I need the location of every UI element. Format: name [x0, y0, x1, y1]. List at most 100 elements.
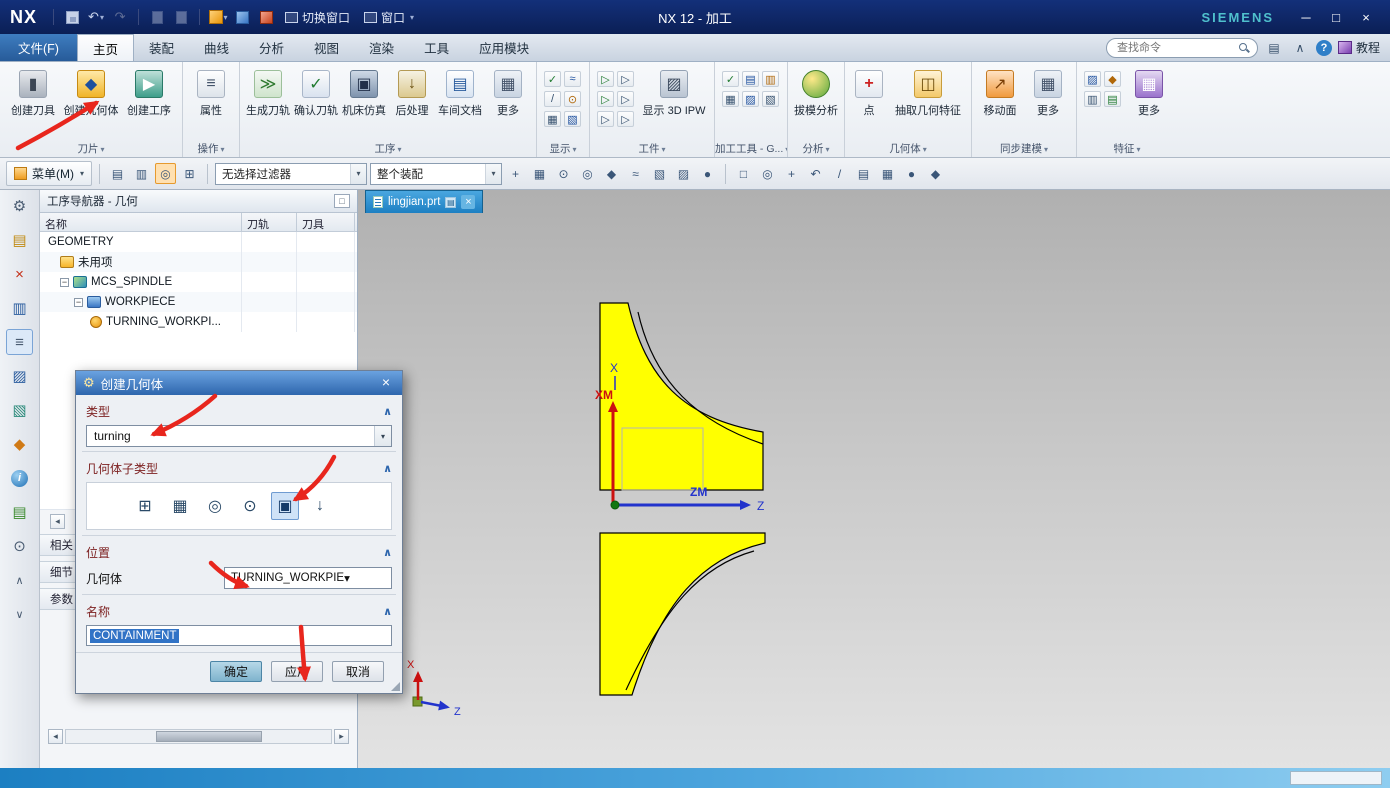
zoom-view-icon[interactable]: ◎ [757, 163, 778, 184]
tab-assemblies[interactable]: 装配 [134, 34, 189, 61]
layer-settings-icon[interactable]: ▦ [544, 111, 561, 127]
reuse-library-icon[interactable]: ◆ [6, 431, 33, 457]
window-menu-button[interactable]: 窗口▾ [364, 9, 414, 26]
step-forward-icon[interactable]: ▷ [597, 91, 614, 107]
toolpath-visibility-icon[interactable]: ✓ [544, 71, 561, 87]
feature-teach-icon[interactable]: ◆ [1104, 71, 1121, 87]
snapshot-icon[interactable]: ▤ [853, 163, 874, 184]
move-face-button[interactable]: ↗ 移动面 [976, 65, 1024, 118]
synchronous-more-button[interactable]: ▦ 更多 [1024, 65, 1072, 118]
marker-icon[interactable] [256, 7, 276, 27]
subtype-avoidance-icon[interactable]: ↓ [306, 492, 334, 520]
collapse-node-icon[interactable]: − [60, 278, 69, 287]
name-field[interactable]: CONTAINMENT [86, 625, 392, 646]
machine-tool-navigator-icon[interactable]: ▨ [6, 363, 33, 389]
notes-icon[interactable]: ▤ [6, 499, 33, 525]
shop-documentation-button[interactable]: ▤ 车间文档 [436, 65, 484, 118]
group-label-synchronous[interactable]: 同步建模▾ [972, 141, 1076, 156]
column-name[interactable]: 名称 [40, 213, 242, 231]
feature-groups-icon[interactable]: ▤ [1104, 91, 1121, 107]
scroll-up-icon[interactable]: ∧ [6, 567, 33, 593]
group-label-machining-tool[interactable]: 加工工具 - G...▾ [715, 141, 787, 156]
tab-render[interactable]: 渲染 [354, 34, 409, 61]
tree-row-geometry[interactable]: GEOMETRY [40, 232, 357, 252]
section-view-icon[interactable]: ▧ [564, 111, 581, 127]
close-button[interactable]: × [1352, 6, 1380, 28]
report-shortest-tool-icon[interactable]: ▥ [762, 71, 779, 87]
subtype-containment-icon[interactable]: ▣ [271, 492, 299, 520]
workpiece-offset-icon[interactable]: ▨ [742, 91, 759, 107]
subtype-workpiece-icon[interactable]: ▦ [166, 492, 194, 520]
group-label-display[interactable]: 显示▾ [537, 141, 589, 156]
dialog-resize-grip[interactable] [391, 682, 400, 691]
select-touch-icon[interactable]: ◎ [155, 163, 176, 184]
column-tool[interactable]: 刀具 [297, 213, 355, 231]
help-icon[interactable]: ? [1316, 40, 1332, 56]
scroll-right-icon[interactable]: ▸ [334, 729, 349, 744]
tab-curve[interactable]: 曲线 [189, 34, 244, 61]
create-geometry-button[interactable]: ◆ 创建几何体 [62, 65, 120, 118]
shaded-cube-icon[interactable]: ▨ [673, 163, 694, 184]
tab-tools[interactable]: 工具 [409, 34, 464, 61]
create-operation-button[interactable]: ▶ 创建工序 [120, 65, 178, 118]
graphics-window[interactable]: lingjian.prt ▤ × X XM ZM Z [358, 190, 1390, 768]
show-3d-ipw-button[interactable]: ▨ 显示 3D IPW [638, 65, 710, 118]
pan-view-icon[interactable]: + [781, 163, 802, 184]
snap-quadrant-icon[interactable]: ◆ [601, 163, 622, 184]
tab-file[interactable]: 文件(F) [0, 34, 77, 61]
deselect-all-icon[interactable]: ▥ [131, 163, 152, 184]
tree-row-turning-workpiece[interactable]: TURNING_WORKPI... [40, 312, 357, 332]
collapse-node-icon[interactable]: − [74, 298, 83, 307]
rotate-view-icon[interactable]: ↶ [805, 163, 826, 184]
sphere-display-icon[interactable]: ● [697, 163, 718, 184]
maximize-button[interactable]: □ [1322, 6, 1350, 28]
snap-point-on-curve-icon[interactable]: ≈ [625, 163, 646, 184]
machine-simulation-button[interactable]: ▣ 机床仿真 [340, 65, 388, 118]
name-section-header[interactable]: 名称 ∧ [76, 595, 402, 623]
orient-view-icon[interactable]: ▦ [877, 163, 898, 184]
tree-row-workpiece[interactable]: −WORKPIECE [40, 292, 357, 312]
scrollbar-thumb[interactable] [156, 731, 262, 742]
minimize-button[interactable]: ─ [1292, 6, 1320, 28]
subtype-mcs-spindle-icon[interactable]: ⊞ [131, 492, 159, 520]
verify-toolpath-button[interactable]: ✓ 确认刀轨 [292, 65, 340, 118]
generate-toolpath-button[interactable]: ≫ 生成刀轨 [244, 65, 292, 118]
subtype-turning-part-icon[interactable]: ⊙ [236, 492, 264, 520]
fit-view-icon[interactable]: □ [733, 163, 754, 184]
play-forward-icon[interactable]: ▷ [617, 71, 634, 87]
ok-button[interactable]: 确定 [210, 661, 262, 682]
redo-icon[interactable]: ↷ [110, 7, 130, 27]
dialog-close-icon[interactable]: × [377, 375, 395, 391]
properties-button[interactable]: ≡ 属性 [187, 65, 235, 118]
toolpath-more-button[interactable]: ▦ 更多 [484, 65, 532, 118]
tab-analysis[interactable]: 分析 [244, 34, 299, 61]
group-label-feature[interactable]: 特征▾ [1077, 141, 1177, 156]
tree-row-unused[interactable]: 未用项 [40, 252, 357, 272]
mcs-origin-handle[interactable] [611, 501, 619, 509]
part-lower-section[interactable] [600, 533, 765, 695]
point-button[interactable]: + 点 [849, 65, 889, 118]
draft-analysis-button[interactable]: 拔模分析 [792, 65, 840, 118]
navigator-horizontal-scrollbar[interactable]: ◂ ▸ [48, 729, 349, 744]
dialog-titlebar[interactable]: ⚙ 创建几何体 × [76, 371, 402, 395]
model-view[interactable]: X XM ZM Z X Z [358, 190, 1390, 768]
rendering-style-icon[interactable]: ● [901, 163, 922, 184]
wcs-display-icon[interactable]: ≈ [564, 71, 581, 87]
verify-gouge-icon[interactable]: ✓ [722, 71, 739, 87]
copy-icon[interactable] [147, 7, 167, 27]
menu-button[interactable]: 菜单(M)▾ [6, 161, 92, 186]
tab-view[interactable]: 视图 [299, 34, 354, 61]
close-tab-icon[interactable]: × [461, 195, 475, 209]
tree-row-mcs-spindle[interactable]: −MCS_SPINDLE [40, 272, 357, 292]
collapse-section-icon[interactable]: ∧ [383, 405, 392, 418]
minimize-ribbon-icon[interactable]: ∧ [1290, 38, 1310, 58]
snap-endpoint-icon[interactable]: + [505, 163, 526, 184]
perspective-view-icon[interactable]: / [829, 163, 850, 184]
save-icon[interactable] [62, 7, 82, 27]
internet-browser-icon[interactable]: i [6, 465, 33, 491]
part-cube-icon[interactable]: ▾ [208, 7, 228, 27]
replay-toolpath-icon[interactable]: ▷ [597, 71, 614, 87]
operation-navigator-icon[interactable]: ≡ [6, 329, 33, 355]
type-select[interactable]: turning ▾ [86, 425, 392, 447]
apply-button[interactable]: 应用 [271, 661, 323, 682]
